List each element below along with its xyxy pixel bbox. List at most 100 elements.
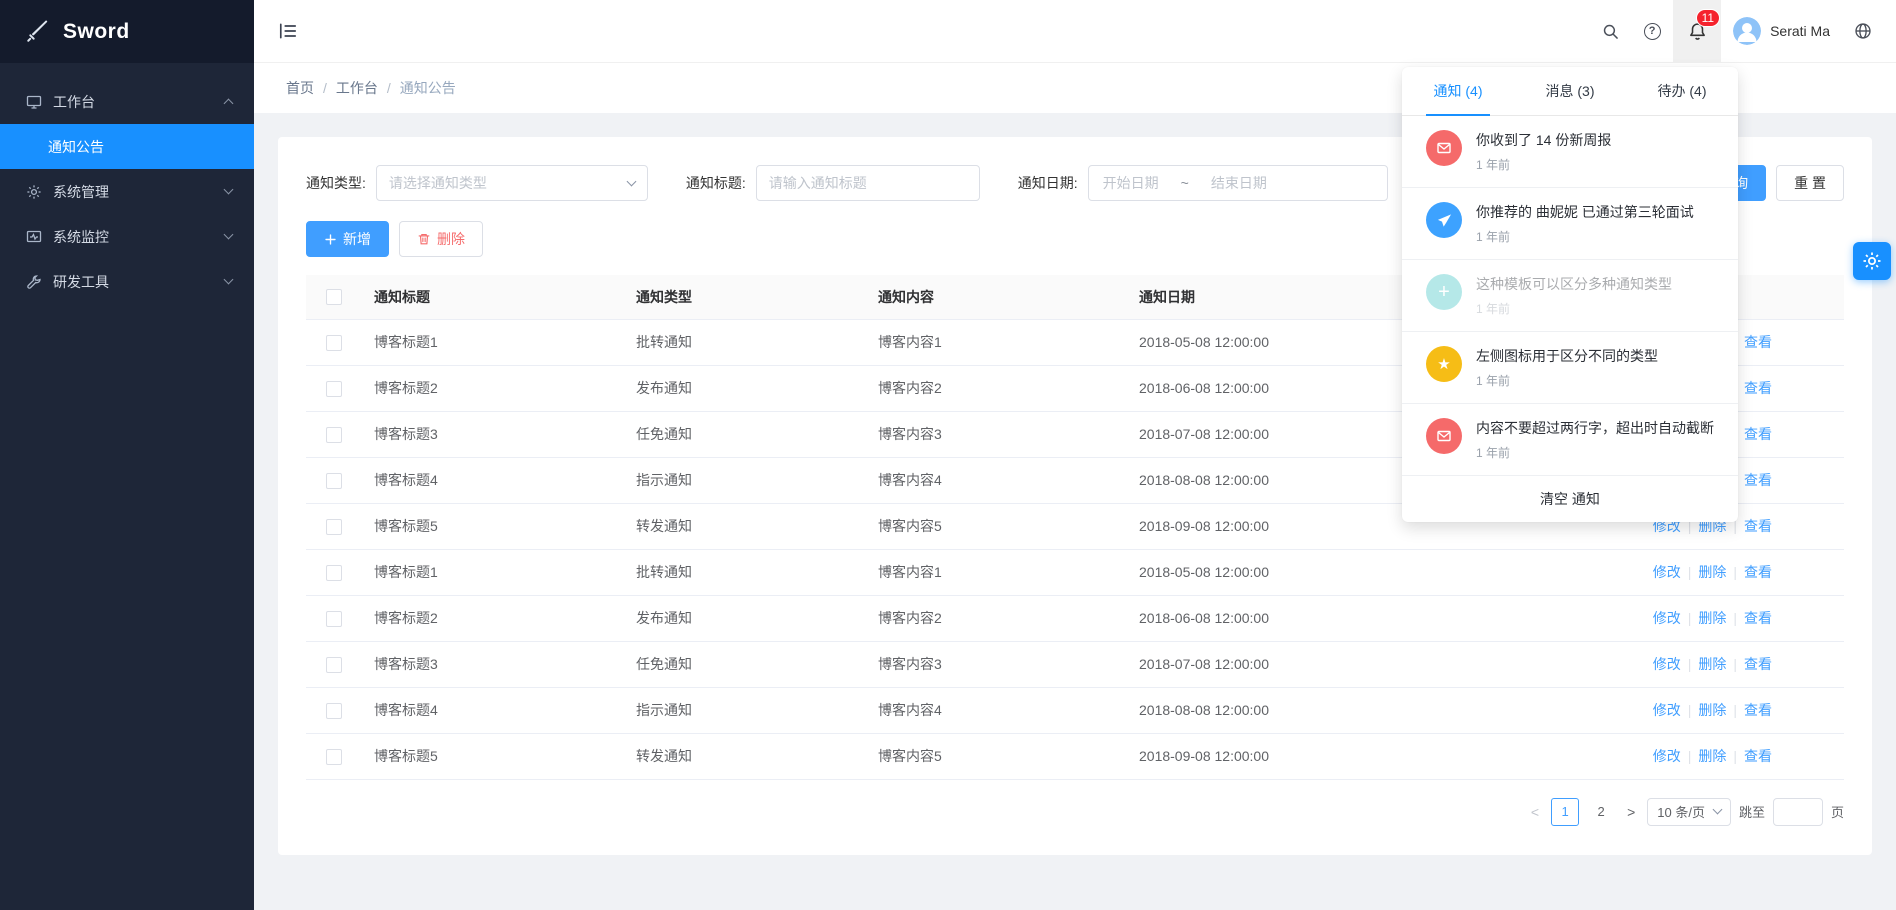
notification-item[interactable]: 内容不要超过两行字，超出时自动截断 1 年前 — [1402, 404, 1738, 476]
row-checkbox[interactable] — [326, 427, 342, 443]
type-filter-select[interactable]: 请选择通知类型 — [376, 165, 648, 201]
row-action-edit[interactable]: 修改 — [1653, 564, 1681, 580]
notifications-button[interactable]: 11 — [1673, 0, 1721, 63]
table-cell: 任免通知 — [624, 411, 866, 457]
sidebar-item-system-monitor[interactable]: 系统监控 — [0, 214, 254, 259]
row-actions: 修改|删除|查看 — [1557, 549, 1844, 595]
title-filter-input[interactable] — [756, 165, 980, 201]
language-globe-icon[interactable] — [1842, 0, 1884, 63]
row-action-view[interactable]: 查看 — [1744, 656, 1772, 672]
table-cell: 转发通知 — [624, 733, 866, 779]
chevron-down-icon — [224, 275, 234, 285]
table-cell: 转发通知 — [624, 503, 866, 549]
notification-title: 这种模板可以区分多种通知类型 — [1476, 274, 1672, 294]
jump-page-input[interactable] — [1773, 798, 1823, 826]
row-action-view[interactable]: 查看 — [1744, 380, 1772, 396]
notification-title: 左侧图标用于区分不同的类型 — [1476, 346, 1658, 366]
tab-messages[interactable]: 消息 (3) — [1514, 67, 1626, 115]
row-checkbox[interactable] — [326, 519, 342, 535]
breadcrumb-home[interactable]: 首页 — [286, 78, 314, 98]
row-checkbox[interactable] — [326, 657, 342, 673]
tab-todos[interactable]: 待办 (4) — [1626, 67, 1738, 115]
breadcrumb-workbench[interactable]: 工作台 — [336, 78, 378, 98]
page-1-button[interactable]: 1 — [1551, 798, 1579, 826]
search-icon[interactable] — [1589, 0, 1631, 63]
pagination: < 1 2 > 10 条/页 跳至 页 — [306, 798, 1844, 826]
row-action-view[interactable]: 查看 — [1744, 564, 1772, 580]
row-actions: 修改|删除|查看 — [1557, 733, 1844, 779]
notification-tabs: 通知 (4) 消息 (3) 待办 (4) — [1402, 67, 1738, 116]
sidebar-item-notice[interactable]: 通知公告 — [0, 124, 254, 169]
row-action-edit[interactable]: 修改 — [1653, 610, 1681, 626]
breadcrumb-current: 通知公告 — [400, 78, 456, 98]
row-checkbox[interactable] — [326, 749, 342, 765]
table-cell: 2018-05-08 12:00:00 — [1127, 549, 1557, 595]
row-checkbox[interactable] — [326, 473, 342, 489]
title-filter-label: 通知标题: — [686, 173, 746, 193]
row-action-delete[interactable]: 删除 — [1698, 564, 1726, 580]
add-button[interactable]: 新增 — [306, 221, 389, 257]
notification-item[interactable]: 你推荐的 曲妮妮 已通过第三轮面试 1 年前 — [1402, 188, 1738, 260]
notification-item[interactable]: + 这种模板可以区分多种通知类型 1 年前 — [1402, 260, 1738, 332]
notification-item[interactable]: 你收到了 14 份新周报 1 年前 — [1402, 116, 1738, 188]
sidebar-item-workbench[interactable]: 工作台 — [0, 79, 254, 124]
row-action-edit[interactable]: 修改 — [1653, 656, 1681, 672]
reset-button[interactable]: 重 置 — [1776, 165, 1844, 201]
row-checkbox[interactable] — [326, 611, 342, 627]
row-checkbox[interactable] — [326, 381, 342, 397]
table-cell: 博客标题3 — [362, 411, 624, 457]
row-action-edit[interactable]: 修改 — [1653, 702, 1681, 718]
table-row: 博客标题5转发通知博客内容52018-09-08 12:00:00修改|删除|查… — [306, 733, 1844, 779]
notification-item[interactable]: ★ 左侧图标用于区分不同的类型 1 年前 — [1402, 332, 1738, 404]
help-icon[interactable]: ? — [1631, 0, 1673, 63]
settings-float-button[interactable] — [1853, 242, 1891, 280]
row-action-delete[interactable]: 删除 — [1698, 702, 1726, 718]
collapse-sidebar-icon[interactable] — [278, 22, 298, 40]
row-action-view[interactable]: 查看 — [1744, 472, 1772, 488]
tab-notifications[interactable]: 通知 (4) — [1402, 67, 1514, 115]
row-action-view[interactable]: 查看 — [1744, 702, 1772, 718]
row-action-view[interactable]: 查看 — [1744, 426, 1772, 442]
prev-page-button[interactable]: < — [1527, 804, 1543, 820]
row-action-view[interactable]: 查看 — [1744, 334, 1772, 350]
table-cell: 博客标题3 — [362, 641, 624, 687]
user-menu[interactable]: Serati Ma — [1721, 0, 1842, 63]
table-cell: 发布通知 — [624, 595, 866, 641]
table-cell: 2018-09-08 12:00:00 — [1127, 733, 1557, 779]
next-page-button[interactable]: > — [1623, 804, 1639, 820]
table-cell: 指示通知 — [624, 457, 866, 503]
page-size-select[interactable]: 10 条/页 — [1647, 798, 1731, 826]
row-checkbox[interactable] — [326, 703, 342, 719]
row-checkbox[interactable] — [326, 335, 342, 351]
logo[interactable]: Sword — [0, 0, 254, 63]
row-action-edit[interactable]: 修改 — [1653, 748, 1681, 764]
notification-badge: 11 — [1696, 9, 1720, 27]
notification-time: 1 年前 — [1476, 300, 1672, 317]
table-cell: 博客内容1 — [866, 319, 1127, 365]
row-action-view[interactable]: 查看 — [1744, 610, 1772, 626]
table-row: 博客标题4指示通知博客内容42018-08-08 12:00:00修改|删除|查… — [306, 687, 1844, 733]
date-range-separator: ~ — [1181, 175, 1189, 191]
table-cell: 博客标题1 — [362, 319, 624, 365]
table-cell: 批转通知 — [624, 549, 866, 595]
sidebar-item-system-manage[interactable]: 系统管理 — [0, 169, 254, 214]
sidebar-item-dev-tools[interactable]: 研发工具 — [0, 259, 254, 304]
row-action-view[interactable]: 查看 — [1744, 518, 1772, 534]
table-cell: 2018-06-08 12:00:00 — [1127, 595, 1557, 641]
delete-button[interactable]: 删除 — [399, 221, 483, 257]
monitor-pulse-icon — [26, 229, 42, 245]
sidebar-item-label: 系统监控 — [53, 227, 225, 247]
date-range-picker[interactable]: 开始日期 ~ 结束日期 — [1088, 165, 1388, 201]
row-checkbox[interactable] — [326, 565, 342, 581]
sidebar-item-label: 系统管理 — [53, 182, 225, 202]
clear-notifications-button[interactable]: 清空 通知 — [1402, 476, 1738, 522]
row-action-delete[interactable]: 删除 — [1698, 610, 1726, 626]
page-2-button[interactable]: 2 — [1587, 798, 1615, 826]
row-action-view[interactable]: 查看 — [1744, 748, 1772, 764]
table-cell: 博客内容4 — [866, 457, 1127, 503]
select-all-checkbox[interactable] — [326, 289, 342, 305]
chevron-down-icon — [224, 185, 234, 195]
row-action-delete[interactable]: 删除 — [1698, 656, 1726, 672]
action-separator: | — [1733, 748, 1737, 764]
row-action-delete[interactable]: 删除 — [1698, 748, 1726, 764]
